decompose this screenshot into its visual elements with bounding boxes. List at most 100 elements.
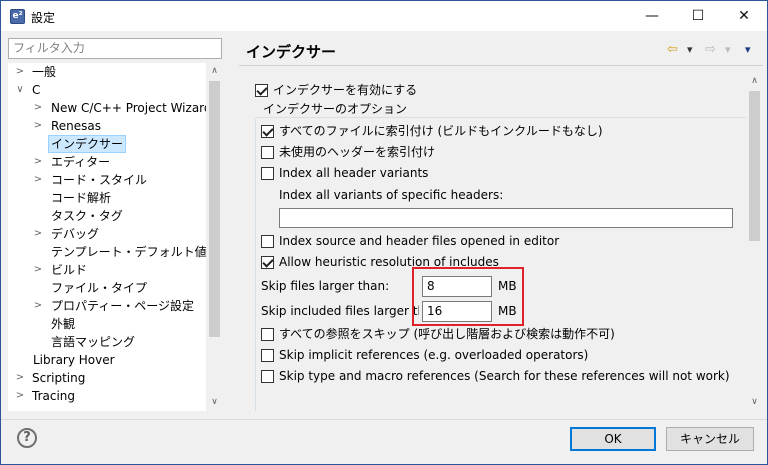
tree-item-c[interactable]: ∨ C [8, 81, 208, 99]
bottom-separator [1, 419, 767, 420]
tree-item-debug[interactable]: > デバッグ [8, 225, 208, 243]
content-scroll-thumb[interactable] [749, 91, 760, 241]
tree-item-label: コード・スタイル [51, 173, 148, 187]
title-bar: e² 設定 — ☐ ✕ [1, 1, 767, 31]
tree-item-label: エディター [51, 155, 111, 169]
content-scrollbar[interactable]: ∧ ∨ [746, 73, 763, 411]
chevron-right-icon[interactable]: > [33, 297, 43, 315]
indexer-options-group-title: インデクサーのオプション [259, 102, 412, 116]
forward-icon[interactable]: ⇨ [705, 42, 716, 58]
scroll-down-icon[interactable]: ∨ [206, 394, 223, 411]
specific-headers-label: Index all variants of specific headers: [279, 188, 504, 202]
maximize-button[interactable]: ☐ [675, 1, 721, 31]
tree-item-label: ファイル・タイプ [51, 281, 148, 295]
chevron-right-icon[interactable]: > [33, 153, 43, 171]
tree-item-scripting[interactable]: > Scripting [8, 369, 208, 387]
forward-menu-icon[interactable]: ▾ [725, 42, 731, 58]
tree-item-label: C [32, 83, 41, 97]
minimize-button[interactable]: — [629, 1, 675, 31]
view-menu-icon[interactable]: ▾ [745, 42, 751, 58]
scroll-down-icon[interactable]: ∨ [746, 394, 763, 411]
chevron-right-icon[interactable]: > [15, 387, 25, 405]
tree-item-label-selected: インデクサー [48, 135, 127, 153]
window-title: 設定 [31, 11, 56, 25]
tree-item-renesas[interactable]: > Renesas [8, 117, 208, 135]
index-unused-headers-checkbox[interactable] [261, 146, 274, 159]
skip-implicit-refs-label: Skip implicit references (e.g. overloade… [279, 348, 589, 362]
index-open-files-label: Index source and header files opened in … [279, 234, 560, 248]
tree-item-appearance[interactable]: 外観 [8, 315, 208, 333]
filter-input[interactable]: フィルタ入力 [8, 38, 222, 59]
skip-all-refs-checkbox[interactable] [261, 328, 274, 341]
skip-type-macro-refs-checkbox[interactable] [261, 370, 274, 383]
tree-item-label: Tracing [32, 389, 76, 403]
cancel-button[interactable]: キャンセル [666, 427, 754, 451]
scroll-up-icon[interactable]: ∧ [206, 63, 223, 80]
tree-item-label: Library Hover [33, 353, 115, 367]
indexer-settings-content: インデクサーを有効にする インデクサーのオプション すべてのファイルに索引付け … [239, 73, 747, 411]
tree-item-label: Renesas [51, 119, 102, 133]
ok-button[interactable]: OK [570, 427, 656, 451]
specific-headers-input[interactable] [279, 208, 733, 228]
tree-item-template-defaults[interactable]: テンプレート・デフォルト値 [8, 243, 208, 261]
tree-item-new-project-wizard[interactable]: > New C/C++ Project Wizard [8, 99, 212, 117]
back-icon[interactable]: ⇦ [667, 42, 678, 58]
tree-item-label: Scripting [32, 371, 86, 385]
title-separator [239, 65, 763, 66]
scroll-up-icon[interactable]: ∧ [746, 73, 763, 90]
tree-item-code-analysis[interactable]: コード解析 [8, 189, 208, 207]
tree-item-task-tags[interactable]: タスク・タグ [8, 207, 208, 225]
tree-item-label: テンプレート・デフォルト値 [51, 245, 207, 259]
enable-indexer-label: インデクサーを有効にする [273, 83, 418, 97]
index-all-header-variants-label: Index all header variants [279, 166, 429, 180]
tree-item-label: 言語マッピング [51, 335, 136, 349]
index-all-files-label: すべてのファイルに索引付け (ビルドもインクルードもなし) [279, 124, 603, 138]
panel-sash[interactable] [229, 37, 233, 417]
tree-item-label: 外観 [51, 317, 76, 331]
tree-item-build[interactable]: > ビルド [8, 261, 208, 279]
chevron-down-icon[interactable]: ∨ [15, 81, 25, 99]
index-all-header-variants-checkbox[interactable] [261, 167, 274, 180]
tree-item-label: コード解析 [51, 191, 112, 205]
chevron-right-icon[interactable]: > [33, 225, 43, 243]
tree-item-tracing[interactable]: > Tracing [8, 387, 208, 405]
skip-type-macro-refs-label: Skip type and macro references (Search f… [279, 369, 730, 383]
chevron-right-icon[interactable]: > [15, 63, 25, 81]
heuristic-resolution-checkbox[interactable] [261, 256, 274, 269]
back-menu-icon[interactable]: ▾ [687, 42, 693, 58]
tree-item-property-pages[interactable]: > プロパティー・ページ設定 [8, 297, 208, 315]
skip-implicit-refs-checkbox[interactable] [261, 349, 274, 362]
skip-files-label: Skip files larger than: [261, 279, 390, 293]
tree-item-indexer[interactable]: インデクサー [8, 135, 208, 153]
tree-item-general[interactable]: > 一般 [8, 63, 208, 81]
index-unused-headers-label: 未使用のヘッダーを索引付け [279, 145, 436, 159]
tree-item-label: プロパティー・ページ設定 [51, 299, 195, 313]
skip-included-label: Skip included files larger than: [261, 304, 419, 318]
tree-item-label: 一般 [32, 65, 57, 79]
tree-item-label: タスク・タグ [51, 209, 123, 223]
enable-indexer-checkbox[interactable] [255, 84, 268, 97]
chevron-right-icon[interactable]: > [33, 117, 43, 135]
chevron-right-icon[interactable]: > [33, 171, 43, 189]
preferences-tree: > 一般 ∨ C > New C/C++ Project Wizard > Re… [8, 63, 222, 411]
tree-item-label: New C/C++ Project Wizard [51, 101, 212, 115]
chevron-right-icon[interactable]: > [15, 369, 25, 387]
tree-item-code-style[interactable]: > コード・スタイル [8, 171, 208, 189]
close-button[interactable]: ✕ [721, 1, 767, 31]
tree-item-language-mappings[interactable]: 言語マッピング [8, 333, 208, 351]
index-all-files-checkbox[interactable] [261, 125, 274, 138]
app-icon: e² [10, 9, 25, 24]
tree-item-library-hover[interactable]: Library Hover [8, 351, 208, 369]
tree-item-editor[interactable]: > エディター [8, 153, 208, 171]
tree-scroll-thumb[interactable] [209, 81, 220, 337]
preferences-window: e² 設定 — ☐ ✕ フィルタ入力 > 一般 ∨ C > New C/C++ … [0, 0, 768, 465]
chevron-right-icon[interactable]: > [33, 99, 43, 117]
page-title: インデクサー [246, 43, 337, 61]
tree-scrollbar[interactable]: ∧ ∨ [206, 63, 223, 411]
chevron-right-icon[interactable]: > [33, 261, 43, 279]
tree-item-label: デバッグ [51, 227, 100, 241]
annotation-highlight-box [412, 267, 524, 326]
help-icon[interactable]: ? [17, 428, 37, 448]
index-open-files-checkbox[interactable] [261, 235, 274, 248]
tree-item-file-types[interactable]: ファイル・タイプ [8, 279, 208, 297]
